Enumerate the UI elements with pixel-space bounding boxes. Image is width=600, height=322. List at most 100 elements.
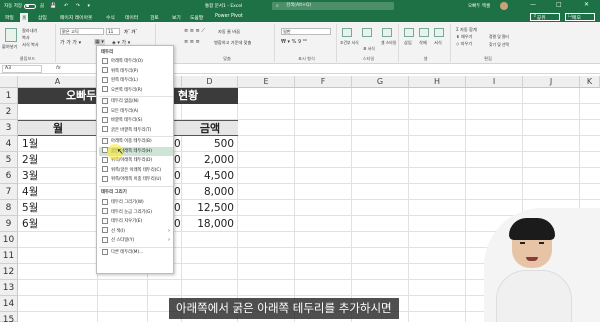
column-header-d[interactable]: D [182,76,238,88]
merge-center-button[interactable]: 병합하고 가운데 맞춤 [214,40,251,46]
value-cell[interactable]: 0 [174,216,181,232]
row-header-2[interactable]: 2 [0,104,18,120]
month-cell[interactable]: 6월 [22,216,38,232]
month-cell[interactable]: 5월 [22,200,38,216]
column-header-f[interactable]: F [295,76,352,88]
menu-item-erase-border[interactable]: 테두리 지우기(E) [99,217,173,227]
sort-filter-button[interactable]: 정렬 및 필터 [489,34,509,40]
paste-button[interactable]: 붙여넣기 [2,44,17,50]
menu-item-thick-outside-border[interactable]: 굵은 바깥쪽 테두리(T) [99,126,173,136]
column-header-i[interactable]: I [466,76,523,88]
insert-cells-icon[interactable] [404,28,414,37]
name-box[interactable]: A3 [2,65,42,73]
fill-button[interactable]: ⬇ 채우기 [456,34,472,40]
format-painter-button[interactable]: 서식 복사 [22,42,39,48]
fx-icon[interactable]: fx [56,65,61,71]
amount-cell[interactable]: 18,000 [182,216,234,232]
row-header-8[interactable]: 8 [0,200,18,216]
row-header-12[interactable]: 12 [0,264,18,280]
menu-item-top-thick-bottom-border[interactable]: 위쪽/굵은 아래쪽 테두리(C) [99,166,173,176]
avatar[interactable] [500,2,508,10]
comments-button[interactable]: ☐ 메모 [565,13,595,21]
column-header-e[interactable]: E [238,76,295,88]
halign-icons[interactable]: ≡ ≡ ≡ [184,39,200,45]
conditional-format-icon[interactable] [342,28,352,37]
menu-item-top-double-bottom-border[interactable]: 위쪽/아래쪽 이중 테두리(U) [99,175,173,185]
menu-item-more-borders[interactable]: 다른 테두리(M)... [99,248,173,258]
row-header-3[interactable]: 3 [0,120,18,136]
tab-data[interactable]: 데이터 [125,14,138,21]
find-select-button[interactable]: 찾기 및 선택 [489,42,509,48]
menu-item-line-style[interactable]: 선 스타일(Y) › [99,236,173,246]
amount-cell[interactable]: 4,500 [182,168,234,184]
quick-access-icons[interactable]: 💾 ↶ ↷ ▾ [50,3,93,9]
row-header-15[interactable]: 15 [0,312,18,322]
row-header-7[interactable]: 7 [0,184,18,200]
wrap-text-button[interactable]: 자동 줄 바꿈 [218,29,240,35]
month-cell[interactable]: 1월 [22,136,38,152]
tab-home[interactable]: 홈 [20,13,29,22]
value-cell[interactable]: 0 [174,200,181,216]
row-header-13[interactable]: 13 [0,280,18,296]
number-format-select[interactable]: 일반 [281,28,331,35]
amount-cell[interactable]: 8,000 [182,184,234,200]
column-header-h[interactable]: H [409,76,466,88]
value-cell[interactable]: 0 [174,136,181,152]
conditional-format-button[interactable]: 조건부 서식 [340,40,359,46]
menu-item-right-border[interactable]: 오른쪽 테두리(R) [99,86,173,96]
copy-button[interactable]: 복사 [22,35,30,41]
menu-item-left-border[interactable]: 왼쪽 테두리(L) [99,76,173,86]
column-header-g[interactable]: G [352,76,409,88]
row-header-5[interactable]: 5 [0,152,18,168]
value-cell[interactable]: 0 [174,168,181,184]
tab-file[interactable]: 파일 [5,14,14,21]
value-cell[interactable]: 0 [174,152,181,168]
align-icons[interactable]: ≡ ≡ ≡ ⟋ [184,28,205,34]
column-header-k[interactable]: K [580,76,600,88]
menu-item-outside-borders[interactable]: 바깥쪽 테두리(S) [99,116,173,126]
row-header-10[interactable]: 10 [0,232,18,248]
amount-cell[interactable]: 500 [182,136,234,152]
cell-style-button[interactable]: 셀 스타일 [381,40,396,46]
row-header-14[interactable]: 14 [0,296,18,312]
menu-item-top-border[interactable]: 위쪽 테두리(P) [99,67,173,77]
font-grow-icon[interactable]: 가ˆ 가ˇ [124,29,137,35]
header-cell-month[interactable]: 월 [18,120,98,136]
tab-power-pivot[interactable]: Power Pivot [215,14,243,19]
user-name[interactable]: 오빠두 엑셀 [468,3,490,9]
clear-button[interactable]: ◇ 지우기 [456,41,472,47]
table-format-button[interactable]: 표 서식 [363,46,375,52]
number-format-icons[interactable]: ₩ ▾ % 9 ⁰⁰ [281,39,307,45]
select-all-corner[interactable] [0,76,18,88]
font-style-icons[interactable]: 가 가 가 ▾ [60,39,81,46]
menu-item-no-border[interactable]: 테두리 없음(N) [99,97,173,107]
share-button[interactable]: ⇪ 공유 [530,13,560,21]
column-header-a[interactable]: A [18,76,98,88]
month-cell[interactable]: 3월 [22,168,38,184]
menu-item-bottom-border[interactable]: 아래쪽 테두리(O) [99,57,173,67]
cut-button[interactable]: 잘라내기 [22,28,37,34]
header-cell-amount[interactable]: 금액 [182,120,238,136]
menu-item-draw-border-grid[interactable]: 테두리 눈금 그리기(G) [99,208,173,218]
delete-cells-button[interactable]: 삭제 [419,40,427,46]
insert-cells-button[interactable]: 삽입 [404,40,412,46]
format-cells-button[interactable]: 서식 [434,40,442,46]
row-header-4[interactable]: 4 [0,136,18,152]
value-cell[interactable]: 0 [174,184,181,200]
menu-item-line-color[interactable]: 선 색(I) › [99,227,173,237]
month-cell[interactable]: 4월 [22,184,38,200]
row-header-11[interactable]: 11 [0,248,18,264]
menu-item-draw-border[interactable]: 테두리 그리기(W) [99,198,173,208]
menu-item-all-borders[interactable]: 모든 테두리(A) [99,107,173,117]
tab-help[interactable]: 도움말 [190,14,203,21]
maximize-button[interactable]: □ [556,1,562,8]
amount-cell[interactable]: 2,000 [182,152,234,168]
row-header-6[interactable]: 6 [0,168,18,184]
cell-style-icon[interactable] [382,28,392,37]
search-box[interactable]: ⌕ 검색(Alt+Q) [272,2,394,10]
tab-review[interactable]: 검토 [150,14,159,21]
minimize-button[interactable]: — [530,1,536,8]
column-header-j[interactable]: J [523,76,580,88]
format-cells-icon[interactable] [434,28,444,37]
delete-cells-icon[interactable] [419,28,429,37]
